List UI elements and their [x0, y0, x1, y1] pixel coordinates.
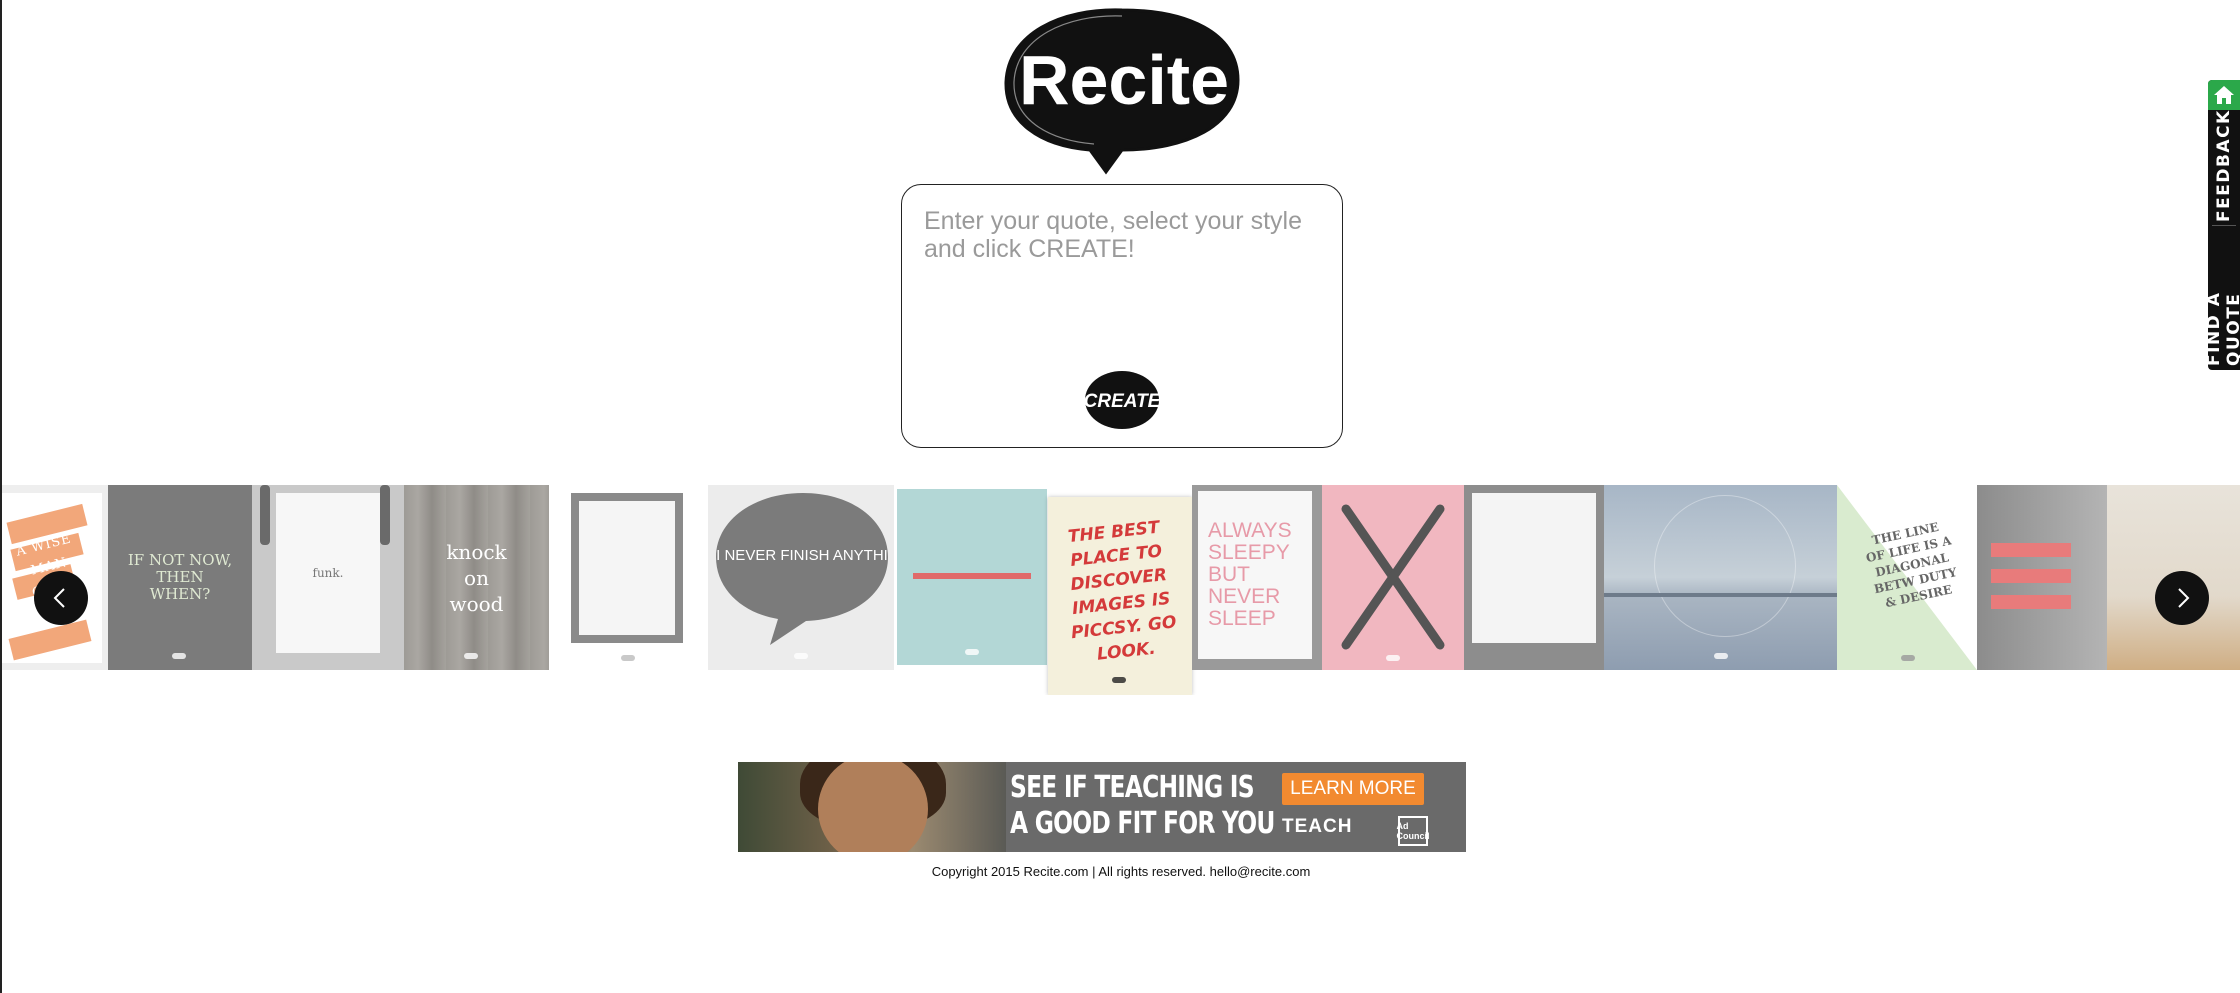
feedback-tab[interactable]: FEEDBACK [2210, 110, 2238, 223]
side-tab-bar: FEEDBACK FIND A QUOTE [2204, 80, 2240, 370]
carousel-tile[interactable]: ALWAYS SLEEPY BUT NEVER SLEEP [1192, 485, 1322, 670]
home-tab[interactable] [2208, 80, 2240, 110]
logo-text: Recite [1019, 41, 1229, 119]
tile-text: THE BEST PLACE TO DISCOVER IMAGES IS PIC… [1067, 517, 1178, 665]
tile-text: funk. [312, 566, 344, 580]
recite-logo[interactable]: Recite [1000, 4, 1244, 176]
ad-brand: TEACH [1282, 816, 1353, 837]
ad-headline: SEE IF TEACHING IS A GOOD FIT FOR YOU [1010, 770, 1275, 842]
carousel-prev-button[interactable] [34, 571, 88, 625]
quote-composer: CREATE [901, 184, 1343, 448]
chevron-right-icon [2178, 588, 2190, 608]
carousel-tile[interactable] [1322, 485, 1464, 670]
tile-text: I NEVER FINISH ANYTHI [716, 546, 888, 564]
carousel-next-button[interactable] [2155, 571, 2209, 625]
tile-text: THE LINE OF LIFE IS A DIAGONAL BETW DUTY… [1864, 519, 1958, 611]
carousel-tile[interactable]: IF NOT NOW, THEN WHEN? [108, 485, 252, 670]
carousel-tile[interactable] [1977, 485, 2107, 670]
create-button-label: CREATE [1084, 391, 1160, 412]
find-a-quote-tab[interactable]: FIND A QUOTE [2204, 230, 2240, 366]
carousel-tile[interactable]: funk. [252, 485, 404, 670]
tile-text: ALWAYS SLEEPY BUT NEVER SLEEP [1208, 519, 1292, 630]
quote-carousel: A WISE MAN ONCE KNOW IF NOT NOW, THEN WH… [2, 485, 2240, 695]
carousel-tile[interactable]: I NEVER FINISH ANYTHI [708, 485, 894, 670]
footer-copyright: Copyright 2015 Recite.com | All rights r… [931, 864, 1311, 879]
side-tab-divider [2212, 225, 2236, 226]
carousel-tile[interactable]: THE LINE OF LIFE IS A DIAGONAL BETW DUTY… [1837, 485, 1977, 670]
ad-headline-line1: SEE IF TEACHING IS [1010, 770, 1255, 805]
chevron-left-icon [53, 588, 65, 608]
tile-text: knock on wood [446, 539, 507, 616]
carousel-tile[interactable] [897, 489, 1047, 665]
carousel-tile[interactable] [561, 485, 695, 670]
ad-learn-more-button[interactable]: LEARN MORE [1282, 773, 1424, 805]
carousel-tile[interactable]: knock on wood [404, 485, 549, 670]
tile-text: IF NOT NOW, THEN WHEN? [127, 551, 233, 603]
carousel-tile[interactable] [1604, 485, 1837, 670]
ad-council-logo: Ad Council [1397, 816, 1430, 846]
ad-headline-line2: A GOOD FIT FOR YOU [1010, 806, 1275, 841]
carousel-tile[interactable] [1464, 485, 1604, 670]
create-button[interactable]: CREATE [1084, 370, 1160, 430]
ad-photo [738, 762, 1006, 852]
home-icon [2214, 86, 2234, 104]
ad-banner[interactable]: SEE IF TEACHING IS A GOOD FIT FOR YOU LE… [738, 762, 1466, 852]
quote-input[interactable] [922, 205, 1326, 369]
carousel-tile[interactable]: THE BEST PLACE TO DISCOVER IMAGES IS PIC… [1048, 497, 1192, 695]
